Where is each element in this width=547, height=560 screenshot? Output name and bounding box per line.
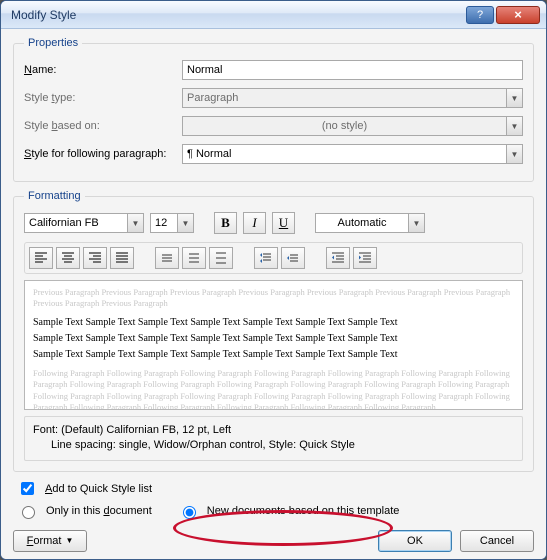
name-input[interactable]: [182, 60, 523, 80]
name-label: Name:: [24, 64, 182, 76]
new-documents-radio[interactable]: [183, 506, 196, 519]
preview-sample-1: Sample Text Sample Text Sample Text Samp…: [33, 315, 514, 331]
only-in-document-label: Only in this document: [46, 505, 152, 517]
underline-button[interactable]: U: [272, 212, 295, 234]
following-combo[interactable]: ¶ Normal ▼: [182, 144, 523, 164]
add-quick-style-label: Add to Quick Style list: [45, 483, 152, 495]
align-center-button[interactable]: [56, 247, 80, 269]
ok-button[interactable]: OK: [378, 530, 452, 552]
formatting-legend: Formatting: [24, 190, 85, 202]
cancel-button[interactable]: Cancel: [460, 530, 534, 552]
preview-box: Previous Paragraph Previous Paragraph Pr…: [24, 280, 523, 410]
formatting-group: Formatting Californian FB ▼ 12 ▼ B I U A…: [13, 190, 534, 472]
style-based-combo: (no style) ▼: [182, 116, 523, 136]
paragraph-toolbar: [24, 242, 523, 274]
new-documents-label: New documents based on this template: [207, 505, 400, 517]
only-in-document-radio[interactable]: [22, 506, 35, 519]
close-button[interactable]: ×: [496, 6, 540, 24]
size-combo[interactable]: 12 ▼: [150, 213, 194, 233]
font-combo[interactable]: Californian FB ▼: [24, 213, 144, 233]
spacing-1-button[interactable]: [155, 247, 179, 269]
properties-legend: Properties: [24, 37, 82, 49]
properties-group: Properties Name: Style type: Paragraph ▼…: [13, 37, 534, 182]
align-right-button[interactable]: [83, 247, 107, 269]
spacing-15-button[interactable]: [182, 247, 206, 269]
style-based-label: Style based on:: [24, 120, 182, 132]
align-left-button[interactable]: [29, 247, 53, 269]
window-title: Modify Style: [11, 8, 464, 22]
chevron-down-icon: ▼: [506, 89, 522, 107]
chevron-down-icon[interactable]: ▼: [177, 214, 193, 232]
style-type-combo: Paragraph ▼: [182, 88, 523, 108]
chevron-down-icon: ▼: [506, 117, 522, 135]
format-button[interactable]: Format▼: [13, 530, 87, 552]
space-before-dec-button[interactable]: [281, 247, 305, 269]
italic-button[interactable]: I: [243, 212, 266, 234]
preview-sample-2: Sample Text Sample Text Sample Text Samp…: [33, 331, 514, 347]
font-color-combo[interactable]: Automatic ▼: [315, 213, 425, 233]
help-button[interactable]: ?: [466, 6, 494, 24]
following-label: Style for following paragraph:: [24, 148, 182, 160]
preview-following: Following Paragraph Following Paragraph …: [33, 368, 514, 410]
chevron-down-icon[interactable]: ▼: [506, 145, 522, 163]
space-before-inc-button[interactable]: [254, 247, 278, 269]
titlebar: Modify Style ? ×: [1, 1, 546, 29]
desc-line-2: Line spacing: single, Widow/Orphan contr…: [33, 438, 514, 453]
spacing-2-button[interactable]: [209, 247, 233, 269]
style-description: Font: (Default) Californian FB, 12 pt, L…: [24, 416, 523, 461]
chevron-down-icon[interactable]: ▼: [408, 214, 424, 232]
bottom-options: Add to Quick Style list Only in this doc…: [13, 480, 534, 520]
preview-previous: Previous Paragraph Previous Paragraph Pr…: [33, 287, 514, 310]
indent-increase-button[interactable]: [353, 247, 377, 269]
bold-button[interactable]: B: [214, 212, 237, 234]
chevron-down-icon[interactable]: ▼: [127, 214, 143, 232]
desc-line-1: Font: (Default) Californian FB, 12 pt, L…: [33, 423, 514, 438]
style-type-label: Style type:: [24, 92, 182, 104]
align-justify-button[interactable]: [110, 247, 134, 269]
modify-style-dialog: Modify Style ? × Properties Name: Style …: [0, 0, 547, 560]
indent-decrease-button[interactable]: [326, 247, 350, 269]
preview-sample-3: Sample Text Sample Text Sample Text Samp…: [33, 347, 514, 363]
add-quick-style-checkbox[interactable]: [21, 482, 34, 495]
